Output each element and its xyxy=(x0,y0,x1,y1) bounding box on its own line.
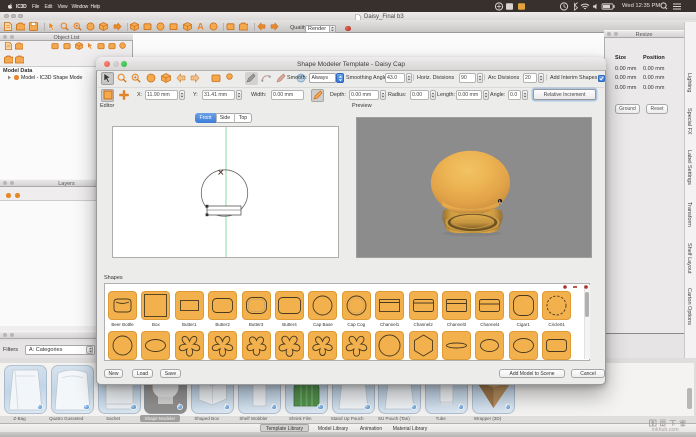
svg-text:A: A xyxy=(197,22,204,31)
